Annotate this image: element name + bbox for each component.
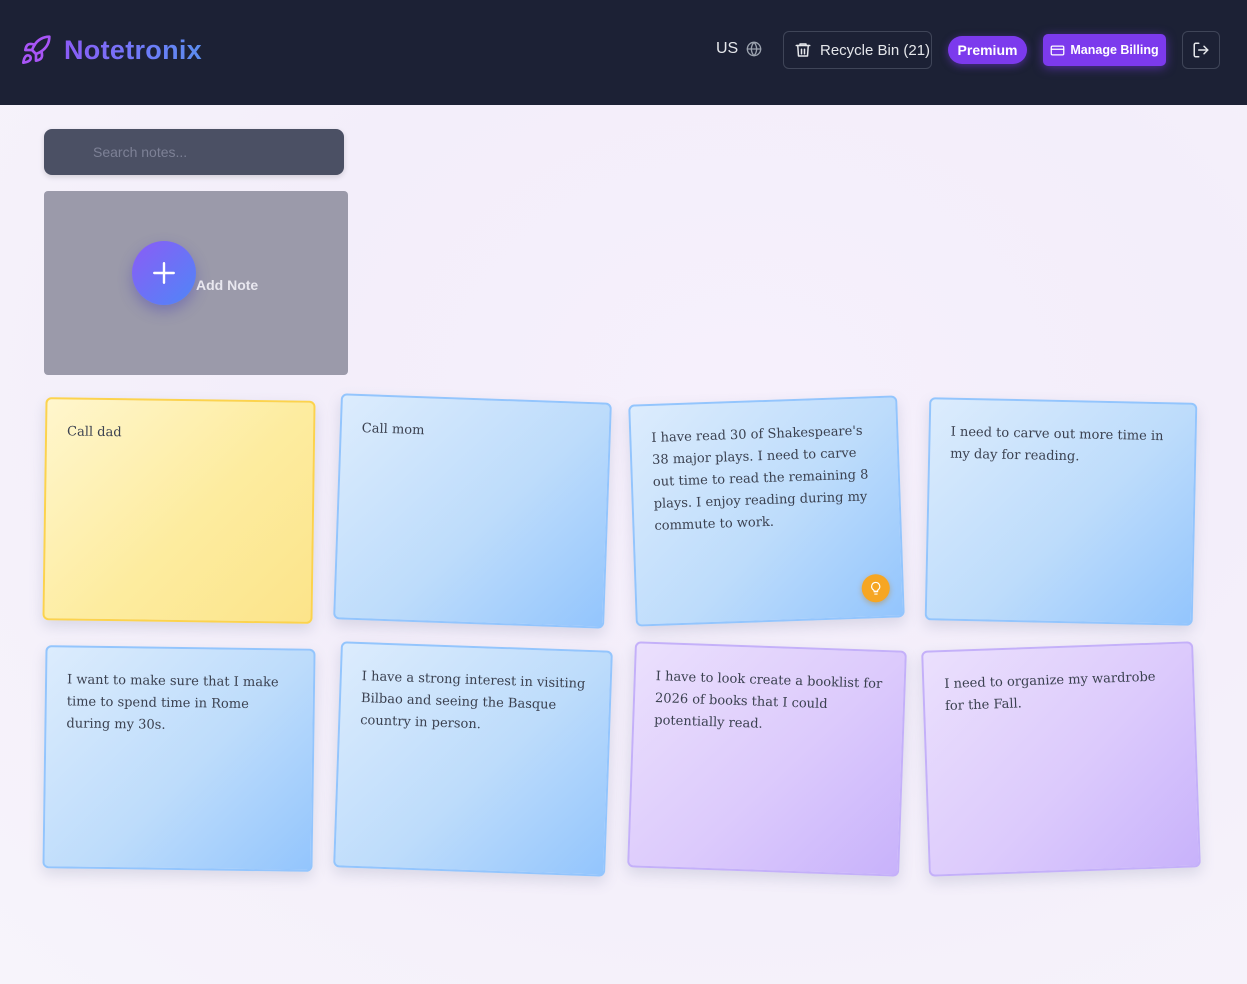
recycle-bin-label: Recycle Bin (21) xyxy=(820,41,931,59)
note-text: Call dad xyxy=(66,424,122,441)
note-card[interactable]: I need to organize my wardrobe for the F… xyxy=(921,641,1201,877)
logout-button[interactable] xyxy=(1182,31,1220,69)
logout-icon xyxy=(1193,42,1209,58)
note-card[interactable]: I have a strong interest in visiting Bil… xyxy=(333,641,613,877)
note-text: I want to make sure that I make time to … xyxy=(66,672,279,733)
note-text: Call mom xyxy=(361,421,425,439)
note-card[interactable]: I need to carve out more time in my day … xyxy=(924,397,1198,626)
locale-label: US xyxy=(716,40,739,57)
lightbulb-icon xyxy=(871,581,881,595)
note-text: I have read 30 of Shakespeare's 38 major… xyxy=(651,423,869,534)
add-note-button[interactable] xyxy=(132,241,196,305)
note-card[interactable]: I want to make sure that I make time to … xyxy=(42,645,316,872)
plus-icon xyxy=(153,262,175,284)
recycle-bin-button[interactable]: Recycle Bin (21) xyxy=(783,31,932,69)
credit-card-icon xyxy=(1051,45,1065,55)
manage-billing-button[interactable]: Manage Billing xyxy=(1043,34,1166,66)
top-header: Notetronix US Recycle Bin (21) Premium M… xyxy=(0,0,1247,105)
premium-badge[interactable]: Premium xyxy=(948,36,1027,64)
note-text: I have a strong interest in visiting Bil… xyxy=(360,669,586,733)
ai-insight-button[interactable] xyxy=(861,573,891,603)
add-note-label: Add Note xyxy=(196,277,259,293)
note-card[interactable]: I have read 30 of Shakespeare's 38 major… xyxy=(628,395,905,627)
note-card[interactable]: Call dad xyxy=(42,397,316,624)
note-card[interactable]: I have to look create a booklist for 202… xyxy=(627,641,907,877)
note-text: I need to organize my wardrobe for the F… xyxy=(944,669,1156,715)
rocket-icon xyxy=(22,35,51,64)
trash-icon xyxy=(795,43,811,57)
search-input[interactable] xyxy=(44,129,344,175)
globe-icon xyxy=(746,41,762,57)
brand-name: Notetronix xyxy=(64,34,202,65)
note-text: I have to look create a booklist for 202… xyxy=(654,669,883,732)
locale-selector[interactable]: US xyxy=(716,40,762,58)
add-note-card[interactable]: Add Note xyxy=(44,191,348,375)
manage-billing-label: Manage Billing xyxy=(1070,43,1159,57)
brand[interactable]: Notetronix xyxy=(20,34,202,66)
note-text: I need to carve out more time in my day … xyxy=(950,424,1164,465)
note-card[interactable]: Call mom xyxy=(333,393,612,629)
